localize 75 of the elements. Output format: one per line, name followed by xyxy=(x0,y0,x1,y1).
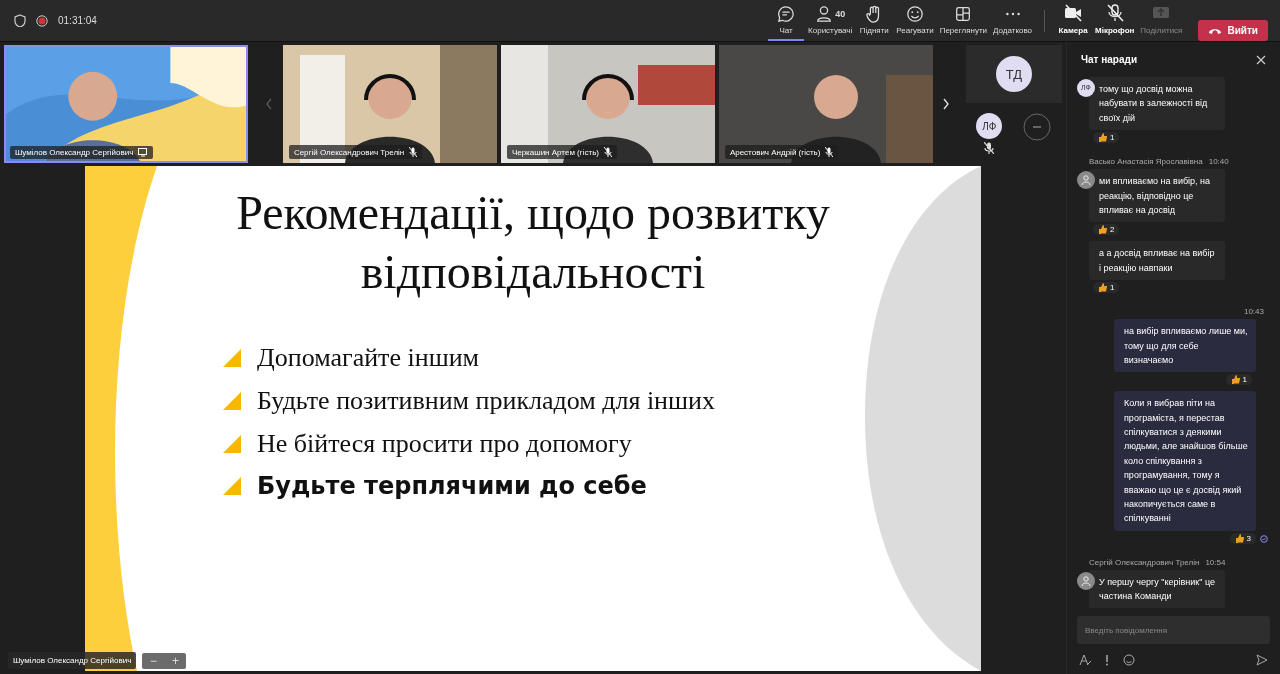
participant-name: Сергій Олександрович Трелін xyxy=(293,147,405,157)
smiley-icon xyxy=(905,5,924,23)
more-icon xyxy=(1005,12,1020,16)
sender-name: Сергій Олександрович Трелін xyxy=(1089,557,1200,567)
close-button[interactable] xyxy=(1256,54,1266,65)
thumbs-up-icon xyxy=(1098,133,1107,143)
people-button[interactable]: 40 Користувачі xyxy=(806,0,855,41)
message-input[interactable]: Введіть повідомлення xyxy=(1077,616,1270,644)
send-icon[interactable] xyxy=(1256,654,1268,666)
bullet-text: Будьте терплячими до себе xyxy=(257,472,647,501)
participant-avatar[interactable]: ЛФ xyxy=(976,113,1003,139)
leave-button[interactable]: Вийти xyxy=(1198,20,1268,41)
chevron-right-icon xyxy=(942,98,951,110)
video-tile[interactable]: Сергій Олександрович Трелін xyxy=(282,45,497,163)
triangle-bullet-icon xyxy=(223,349,241,368)
call-timer: 01:31:04 xyxy=(58,15,97,26)
triangle-bullet-icon xyxy=(223,435,241,454)
view-button[interactable]: Переглянути xyxy=(937,0,990,41)
camera-off-icon xyxy=(1063,3,1084,23)
video-tile[interactable]: Черкашин Артем (гість) xyxy=(500,45,715,163)
camera-button[interactable]: Камера xyxy=(1055,0,1092,41)
minus-icon[interactable] xyxy=(1023,113,1052,141)
participant-name: Арестович Андрій (гість) xyxy=(729,147,821,157)
video-tile[interactable]: Арестович Андрій (гість) xyxy=(718,45,933,163)
hand-button[interactable]: Підняти xyxy=(856,0,893,41)
microphone-off-icon xyxy=(1104,3,1125,23)
message-text: а а досвід впливає на вибір і реакцію навпаки xyxy=(1099,248,1215,273)
person-icon xyxy=(1081,575,1091,586)
reaction-button[interactable]: 1 xyxy=(1093,282,1120,294)
thumbs-up-icon xyxy=(1230,375,1240,385)
message-text: ми впливаємо на вибір, на реакцію, відповідно це впливає на досвід xyxy=(1099,176,1211,215)
thumbs-up-icon xyxy=(1234,533,1244,543)
close-icon xyxy=(1256,54,1266,65)
person-icon xyxy=(815,5,834,23)
person-icon xyxy=(1081,175,1091,186)
message-time: 10:43 xyxy=(1243,307,1264,317)
participant-name: Шумілов Олександр Сергійович xyxy=(15,148,134,157)
message-time: 10:40 xyxy=(1208,157,1229,167)
chevron-left-icon xyxy=(265,98,274,110)
grid-layout-icon xyxy=(954,5,973,23)
presenter-name: Шумілов Олександр Сергійович xyxy=(8,652,137,669)
reaction-button[interactable]: 3 xyxy=(1229,532,1256,544)
phone-icon xyxy=(1208,26,1223,35)
chat-title: Чат наради xyxy=(1081,54,1138,65)
smiley-icon[interactable] xyxy=(1123,654,1135,666)
bullet-text: Будьте позитивним прикладом для інших xyxy=(257,386,715,417)
zoom-in-button[interactable]: + xyxy=(164,652,187,669)
reaction-button[interactable]: 1 xyxy=(1093,132,1120,144)
message-time: 10:54 xyxy=(1205,557,1226,567)
mic-button[interactable]: Мікрофон xyxy=(1093,0,1137,41)
message-text: Коли я вибрав піти на програміста, я перестав спілкуватися з деякими людьми, але знайшов більше коло спілкування з програмування, тому я вважаю що це є досвід який накопичується саме в спілкуванні xyxy=(1124,398,1248,524)
participant-name: Черкашин Артем (гість) xyxy=(511,147,599,157)
zoom-out-button[interactable]: − xyxy=(142,652,165,669)
sender-name: Васько Анастасія Ярославівна xyxy=(1089,157,1203,167)
participant-avatar[interactable]: ТД xyxy=(995,56,1032,92)
shield-icon xyxy=(14,14,26,27)
participant-count: 40 xyxy=(835,9,846,19)
chat-bubble-icon xyxy=(777,5,796,23)
more-button[interactable]: Додатково xyxy=(991,0,1035,41)
bullet-text: Не бійтеся просити про допомогу xyxy=(257,429,632,460)
bullet-text: Допомагайте іншим xyxy=(257,343,479,374)
format-icon[interactable] xyxy=(1079,654,1091,666)
message-text: У першу чергу "керівник" це частина Команди xyxy=(1099,576,1216,602)
video-tile[interactable]: Шумілов Олександр Сергійович xyxy=(4,45,248,163)
triangle-bullet-icon xyxy=(223,477,241,496)
thumbs-up-icon xyxy=(1098,283,1107,293)
chat-button[interactable]: Чат xyxy=(768,0,805,41)
message-text: на вибір впливаємо лише ми, тому що для себе визначаємо xyxy=(1124,326,1248,365)
react-button[interactable]: Реагувати xyxy=(894,0,936,41)
triangle-bullet-icon xyxy=(223,392,241,411)
reaction-button[interactable]: 2 xyxy=(1093,224,1120,236)
reaction-button[interactable]: 1 xyxy=(1225,374,1252,386)
slide-title: Рекомендації, щодо розвитку відповідальності xyxy=(235,185,831,300)
thumbs-up-icon xyxy=(1098,225,1107,235)
message-text: тому що досвід можна набувати в залежності від своїх дій xyxy=(1099,84,1208,123)
